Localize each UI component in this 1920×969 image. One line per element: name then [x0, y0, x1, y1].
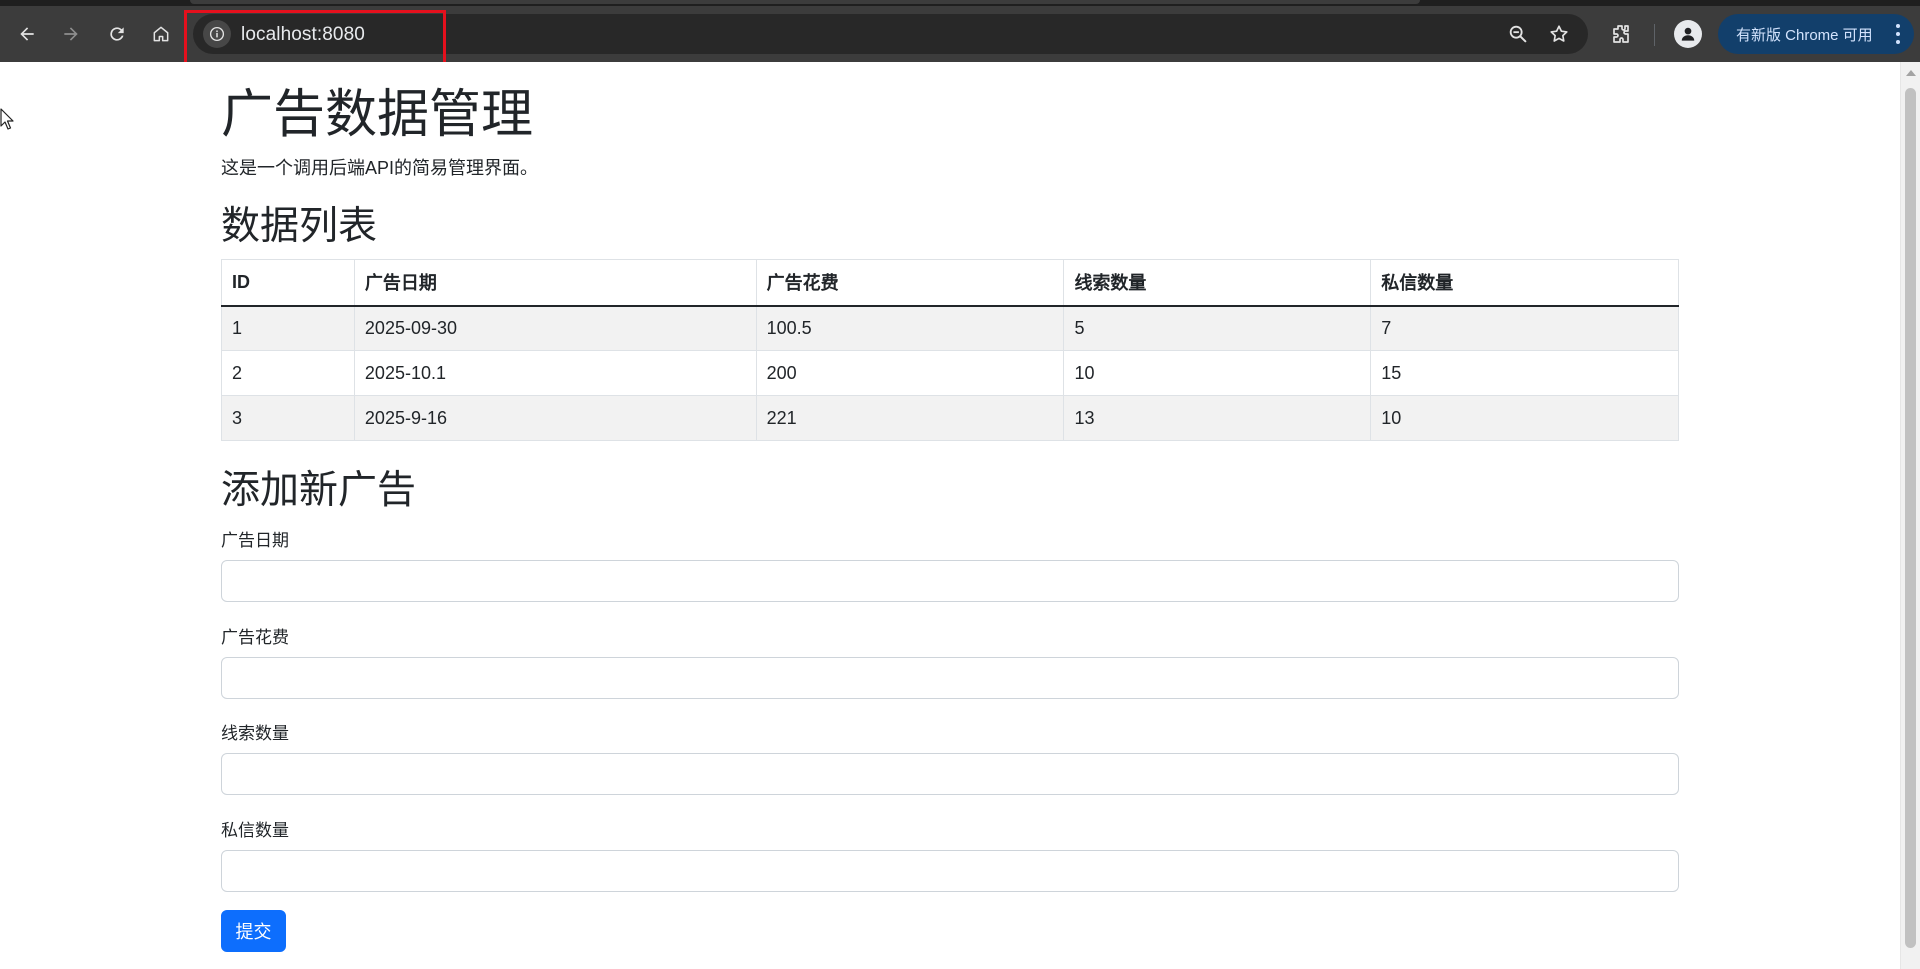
more-vert-icon: [1896, 24, 1900, 44]
active-tab-edge: [190, 0, 1420, 4]
profile-button[interactable]: [1674, 20, 1702, 48]
back-arrow-icon: [20, 27, 34, 41]
cell-id: 3: [221, 395, 355, 441]
ad-date-label: 广告日期: [221, 531, 289, 550]
cell-date: 2025-9-16: [353, 395, 757, 441]
home-button[interactable]: [145, 18, 177, 50]
table-row: 2 2025-10.1 200 10 15: [221, 350, 1679, 396]
page-viewport: 广告数据管理 这是一个调用后端API的简易管理界面。 数据列表 ID 广告日期 …: [0, 62, 1900, 969]
cell-date: 2025-10.1: [353, 350, 757, 396]
forward-button[interactable]: [55, 18, 87, 50]
extensions-button[interactable]: [1607, 20, 1635, 48]
ad-date-input[interactable]: [221, 560, 1679, 602]
table-row: 1 2025-09-30 100.5 5 7: [221, 305, 1679, 351]
page-title: 广告数据管理: [221, 86, 534, 144]
ads-table: ID 广告日期 广告花费 线索数量 私信数量 1 2025-09-30 100.…: [221, 259, 1679, 441]
reload-icon: [110, 27, 124, 41]
bookmark-button[interactable]: [1547, 22, 1571, 46]
scroll-up-arrow-icon[interactable]: [1906, 70, 1916, 76]
cell-messages: 15: [1370, 350, 1679, 396]
zoom-out-icon: [1509, 25, 1527, 43]
cell-date: 2025-09-30: [353, 305, 757, 351]
mouse-cursor-icon: [0, 108, 14, 130]
cell-cost: 100.5: [755, 305, 1065, 351]
col-header-cost: 广告花费: [755, 259, 1065, 307]
col-header-id: ID: [221, 259, 355, 307]
home-icon: [153, 26, 169, 42]
table-row: 3 2025-9-16 221 13 10: [221, 395, 1679, 441]
zoom-button[interactable]: [1506, 22, 1530, 46]
submit-button[interactable]: 提交: [221, 910, 286, 952]
page-scrollbar[interactable]: [1900, 62, 1920, 969]
col-header-leads: 线索数量: [1063, 259, 1372, 307]
ad-cost-input[interactable]: [221, 657, 1679, 699]
cell-messages: 7: [1370, 305, 1679, 351]
toolbar-separator: [1654, 24, 1655, 46]
cell-leads: 13: [1063, 395, 1372, 441]
profile-icon: [1681, 27, 1695, 41]
table-header-row: ID 广告日期 广告花费 线索数量 私信数量: [221, 259, 1679, 307]
leads-count-input[interactable]: [221, 753, 1679, 795]
chrome-update-button[interactable]: 有新版 Chrome 可用: [1718, 14, 1914, 54]
ad-cost-label: 广告花费: [221, 628, 289, 647]
col-header-messages: 私信数量: [1370, 259, 1679, 307]
cell-messages: 10: [1370, 395, 1679, 441]
star-icon: [1550, 25, 1568, 42]
page-description: 这是一个调用后端API的简易管理界面。: [221, 158, 539, 178]
col-header-date: 广告日期: [353, 259, 757, 307]
messages-count-label: 私信数量: [221, 821, 289, 840]
browser-toolbar: localhost:8080 有新版 Chrome 可用: [0, 6, 1920, 72]
scrollbar-thumb[interactable]: [1905, 88, 1916, 948]
reload-button[interactable]: [101, 18, 133, 50]
back-button[interactable]: [11, 18, 43, 50]
cell-leads: 10: [1063, 350, 1372, 396]
list-heading: 数据列表: [221, 205, 378, 248]
extensions-icon: [1613, 25, 1629, 43]
cell-cost: 200: [755, 350, 1065, 396]
messages-count-input[interactable]: [221, 850, 1679, 892]
leads-count-label: 线索数量: [221, 724, 289, 743]
cell-cost: 221: [755, 395, 1065, 441]
cell-id: 2: [221, 350, 355, 396]
chrome-update-label: 有新版 Chrome 可用: [1736, 26, 1873, 44]
forward-arrow-icon: [64, 27, 78, 41]
form-heading: 添加新广告: [221, 469, 417, 512]
cell-id: 1: [221, 305, 355, 351]
cell-leads: 5: [1063, 305, 1372, 351]
